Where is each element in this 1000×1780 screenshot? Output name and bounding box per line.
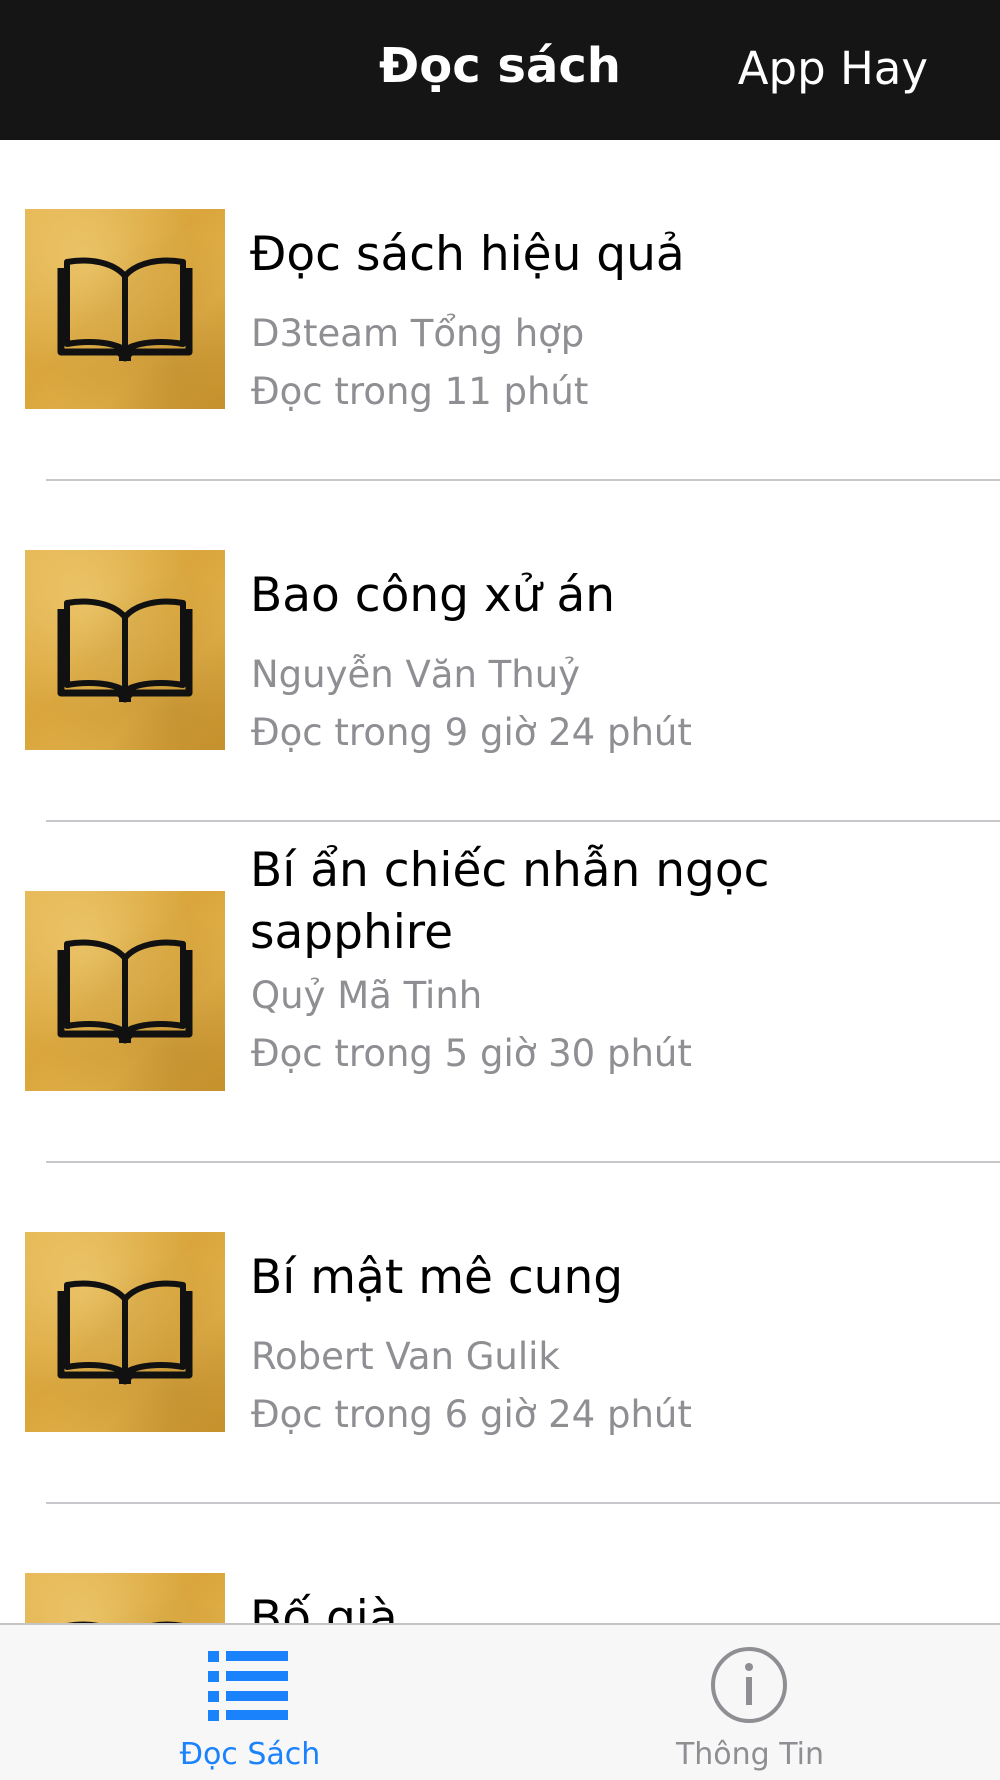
- info-icon: [711, 1647, 787, 1723]
- tab-label: Đọc Sách: [179, 1737, 321, 1772]
- book-list-item[interactable]: Bí ẩn chiếc nhẫn ngọc sapphire Quỷ Mã Ti…: [0, 822, 1000, 1163]
- book-thumbnail: [25, 1573, 225, 1623]
- book-list-item[interactable]: Bố già: [0, 1504, 1000, 1623]
- tab-doc-sach[interactable]: Đọc Sách: [0, 1625, 500, 1780]
- book-title: Bí ẩn chiếc nhẫn ngọc sapphire: [250, 843, 770, 960]
- book-thumbnail: [25, 209, 225, 409]
- book-author: Nguyễn Văn Thuỷ: [251, 653, 581, 696]
- book-title: Đọc sách hiệu quả: [250, 227, 685, 282]
- open-book-icon: [57, 939, 193, 1044]
- book-title: Bố già: [250, 1591, 398, 1623]
- book-title: Bao công xử án: [250, 568, 616, 623]
- tab-label: Thông Tin: [675, 1737, 825, 1772]
- book-author: D3team Tổng hợp: [251, 312, 585, 355]
- book-thumbnail: [25, 891, 225, 1091]
- book-author: Quỷ Mã Tinh: [251, 974, 483, 1017]
- list-icon: [208, 1651, 288, 1721]
- app-hay-button[interactable]: App Hay: [738, 42, 928, 95]
- open-book-icon: [57, 257, 193, 362]
- navigation-bar: Đọc sách App Hay: [0, 0, 1000, 140]
- open-book-icon: [57, 1280, 193, 1385]
- book-list-item[interactable]: Đọc sách hiệu quả D3team Tổng hợp Đọc tr…: [0, 140, 1000, 481]
- open-book-icon: [57, 598, 193, 703]
- reading-time: Đọc trong 9 giờ 24 phút: [251, 711, 692, 754]
- book-author: Robert Van Gulik: [251, 1335, 560, 1378]
- tab-bar: Đọc Sách Thông Tin: [0, 1623, 1000, 1780]
- reading-time: Đọc trong 11 phút: [251, 370, 589, 413]
- book-title: Bí mật mê cung: [250, 1250, 624, 1305]
- book-list: Đọc sách hiệu quả D3team Tổng hợp Đọc tr…: [0, 140, 1000, 1623]
- book-list-item[interactable]: Bao công xử án Nguyễn Văn Thuỷ Đọc trong…: [0, 481, 1000, 822]
- book-thumbnail: [25, 550, 225, 750]
- book-list-item[interactable]: Bí mật mê cung Robert Van Gulik Đọc tron…: [0, 1163, 1000, 1504]
- book-thumbnail: [25, 1232, 225, 1432]
- tab-thong-tin[interactable]: Thông Tin: [500, 1625, 1000, 1780]
- reading-time: Đọc trong 5 giờ 30 phút: [251, 1032, 692, 1075]
- reading-time: Đọc trong 6 giờ 24 phút: [251, 1393, 692, 1436]
